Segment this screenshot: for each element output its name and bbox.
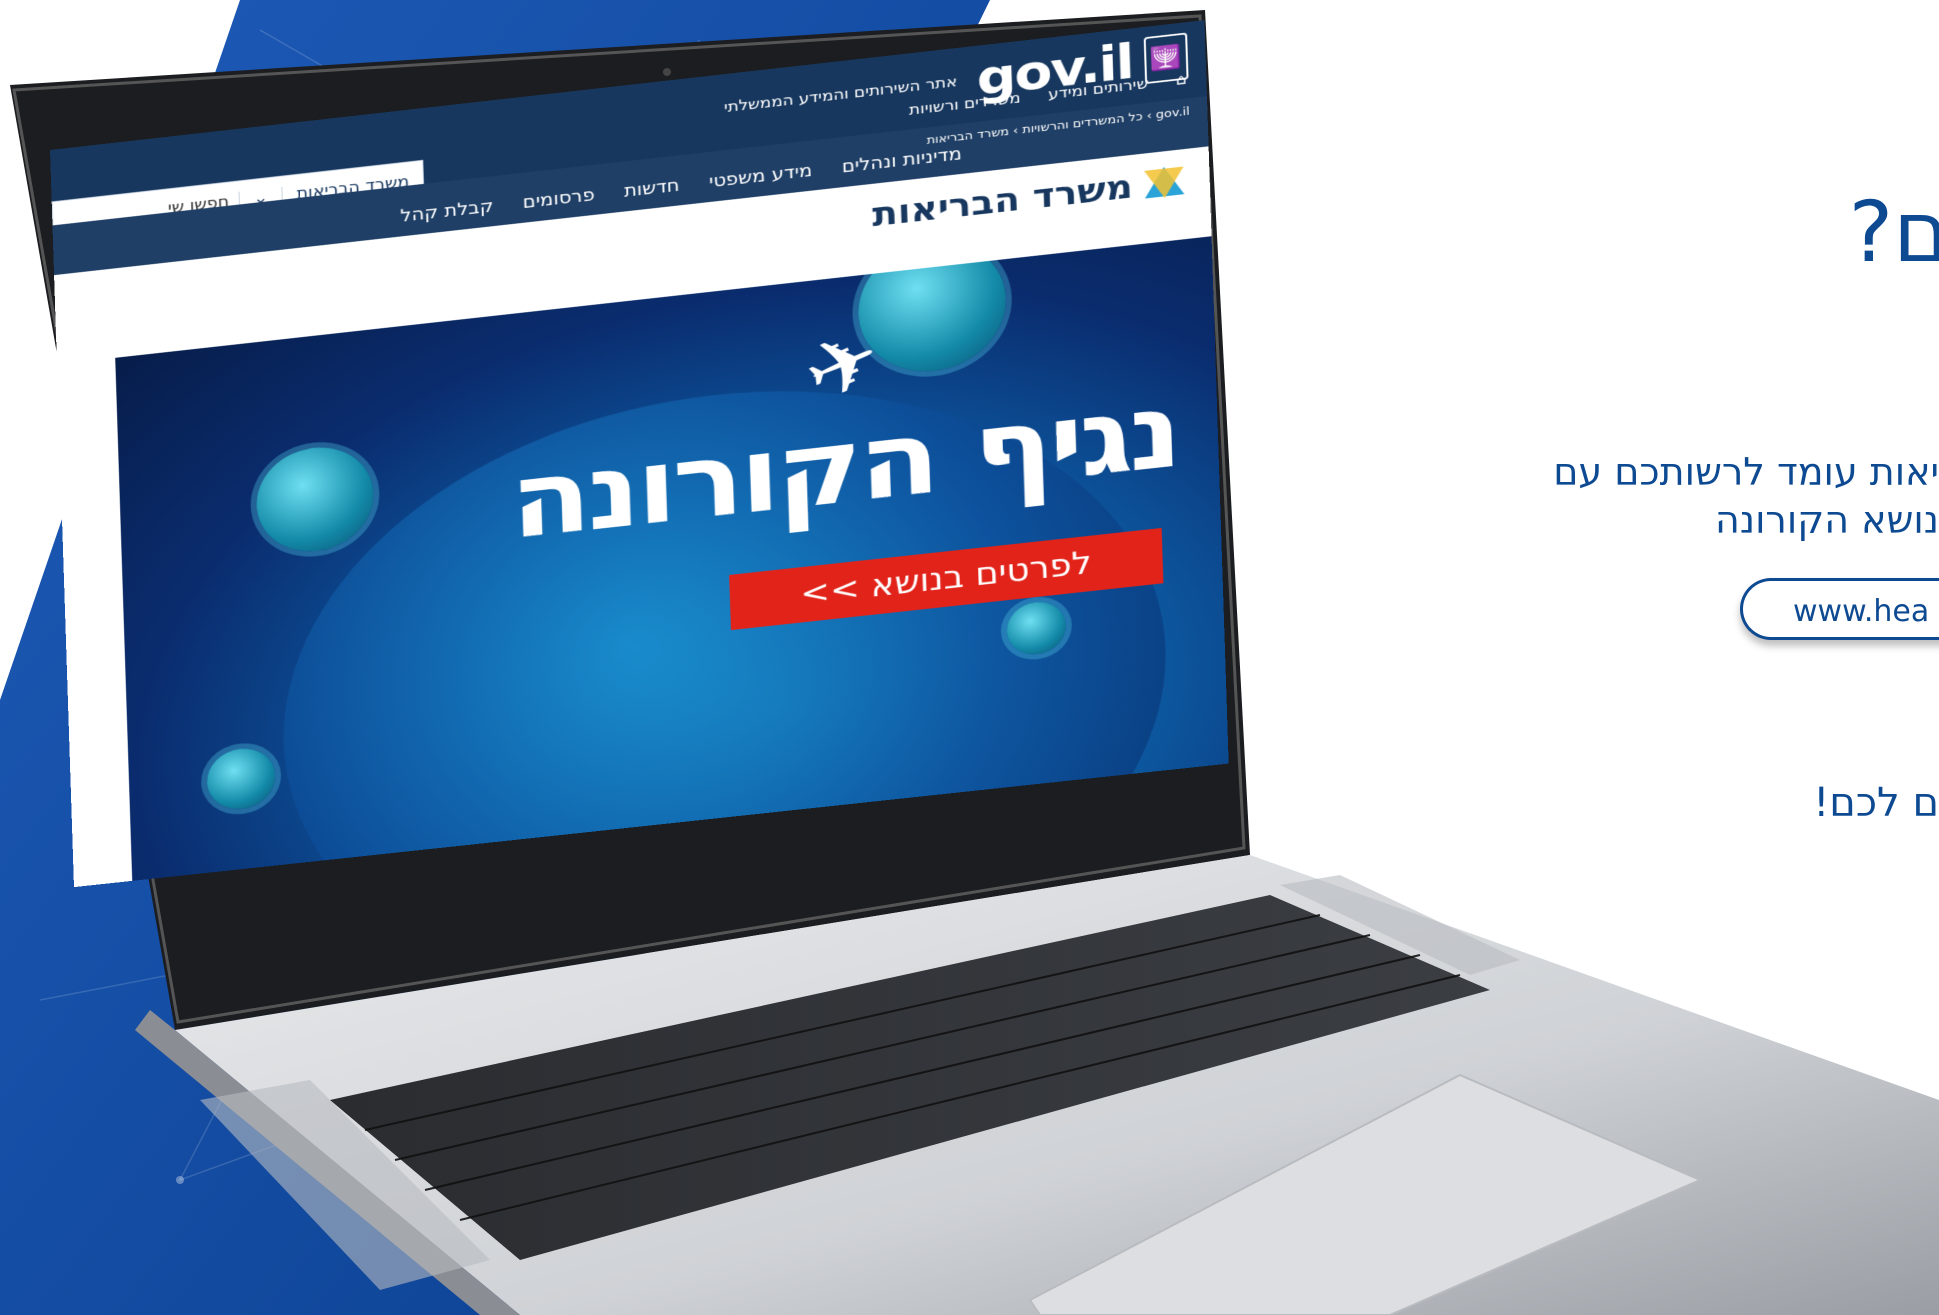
nav-legal[interactable]: מידע משפטי — [709, 159, 813, 191]
home-icon[interactable]: ⌂ — [1176, 71, 1187, 89]
laptop-screen: 🕎 gov.il אתר השירותים והמידע הממשלתי ⌂ ש… — [50, 20, 1229, 888]
nav-news[interactable]: חדשות — [624, 174, 680, 201]
info-paragraph: יאות עומד לרשותכם עם נושא הקורונה — [1553, 448, 1939, 544]
nav-public-reception[interactable]: קבלת קהל — [400, 195, 494, 226]
nav-publications[interactable]: פרסומים — [522, 184, 595, 213]
virus-icon — [254, 441, 376, 558]
virus-icon — [206, 745, 277, 813]
nav-policies[interactable]: מדיניות ונהלים — [841, 143, 962, 177]
info-line-1: יאות עומד לרשותכם עם — [1553, 450, 1939, 494]
website-link[interactable]: www.hea — [1740, 578, 1939, 640]
info-line-2: נושא הקורונה — [1715, 498, 1939, 542]
page-headline: ם? — [1848, 183, 1939, 281]
ministry-star-logo-icon — [1143, 164, 1185, 201]
thanks-text: ם לכם! — [1813, 780, 1939, 826]
